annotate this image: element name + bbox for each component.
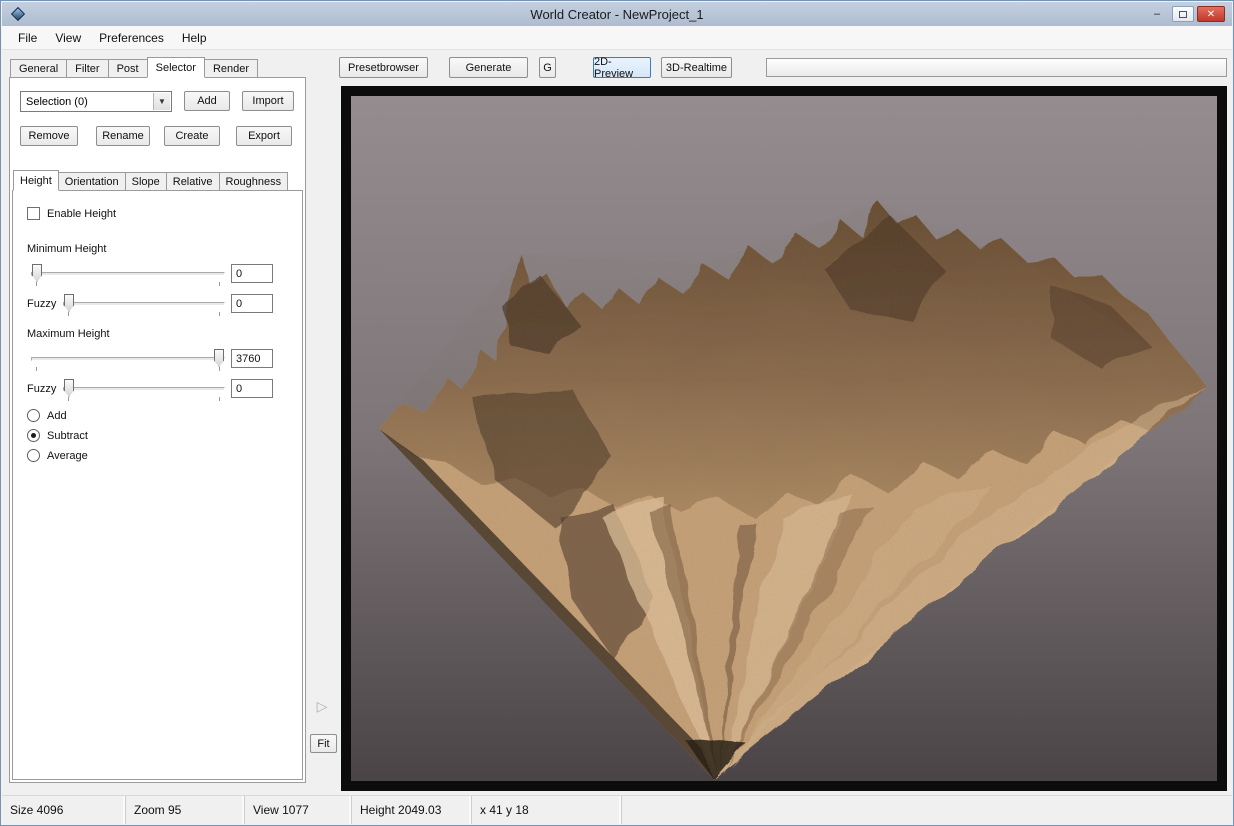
import-button[interactable]: Import <box>242 91 294 111</box>
selection-dropdown[interactable]: Selection (0) ▼ <box>20 91 172 112</box>
generate-button[interactable]: Generate <box>449 57 528 78</box>
menu-item-help[interactable]: Help <box>173 28 216 48</box>
chevron-down-icon: ▼ <box>153 93 170 110</box>
status-filler <box>622 796 1232 824</box>
rename-button[interactable]: Rename <box>96 126 150 146</box>
fuzzy-min-input[interactable] <box>231 294 273 313</box>
enable-height-row[interactable]: Enable Height <box>27 207 116 220</box>
tab-general[interactable]: General <box>10 59 67 78</box>
menu-item-file[interactable]: File <box>9 28 46 48</box>
menu-item-preferences[interactable]: Preferences <box>90 28 173 48</box>
fuzzy-max-slider[interactable] <box>63 378 225 400</box>
tab-selector[interactable]: Selector <box>147 57 205 78</box>
maximum-height-input[interactable] <box>231 349 273 368</box>
menu-item-view[interactable]: View <box>46 28 90 48</box>
status-height: Height 2049.03 <box>352 796 472 824</box>
status-bar: Size 4096 Zoom 95 View 1077 Height 2049.… <box>2 795 1232 824</box>
minimum-height-slider[interactable] <box>31 263 225 285</box>
preview-2d-button[interactable]: 2D-Preview <box>593 57 651 78</box>
menu-bar: File View Preferences Help <box>2 26 1232 50</box>
progress-bar <box>766 58 1227 77</box>
subtab-height[interactable]: Height <box>13 170 59 191</box>
status-size: Size 4096 <box>2 796 126 824</box>
maximize-button[interactable] <box>1172 6 1194 22</box>
terrain-render[interactable] <box>351 96 1217 781</box>
tab-post[interactable]: Post <box>108 59 148 78</box>
mode-radio-subtract[interactable]: Subtract <box>27 429 88 442</box>
title-bar[interactable]: World Creator - NewProject_1 – ✕ <box>2 2 1232 26</box>
status-zoom: Zoom 95 <box>126 796 245 824</box>
enable-height-label: Enable Height <box>47 208 116 220</box>
main-tab-strip: General Filter Post Selector Render <box>10 57 257 78</box>
status-cursor-xy: x 41 y 18 <box>472 796 622 824</box>
slider-thumb[interactable] <box>64 379 74 397</box>
app-window: World Creator - NewProject_1 – ✕ File Vi… <box>0 0 1234 826</box>
fuzzy-max-input[interactable] <box>231 379 273 398</box>
enable-height-checkbox[interactable] <box>27 207 40 220</box>
minimum-height-input[interactable] <box>231 264 273 283</box>
window-title: World Creator - NewProject_1 <box>2 7 1232 22</box>
selector-panel: Selection (0) ▼ Add Import Remove Rename… <box>9 77 306 783</box>
terrain-viewport[interactable] <box>341 86 1227 791</box>
mode-radio-average[interactable]: Average <box>27 449 88 462</box>
subtab-roughness[interactable]: Roughness <box>219 172 289 191</box>
subtab-relative[interactable]: Relative <box>166 172 220 191</box>
selection-dropdown-value: Selection (0) <box>26 96 88 108</box>
minimize-button[interactable]: – <box>1146 6 1168 22</box>
presetbrowser-button[interactable]: Presetbrowser <box>339 57 428 78</box>
tab-filter[interactable]: Filter <box>66 59 108 78</box>
status-view: View 1077 <box>245 796 352 824</box>
slider-thumb[interactable] <box>32 264 42 282</box>
slider-thumb[interactable] <box>214 349 224 367</box>
fuzzy-min-slider[interactable] <box>63 293 225 315</box>
panel-collapse-arrow-icon[interactable] <box>312 697 332 715</box>
radio-icon[interactable] <box>27 409 40 422</box>
close-button[interactable]: ✕ <box>1197 6 1225 22</box>
realtime-3d-button[interactable]: 3D-Realtime <box>661 57 732 78</box>
minimum-height-label: Minimum Height <box>27 243 106 255</box>
radio-average-label: Average <box>47 450 88 462</box>
maximize-icon <box>1179 11 1187 18</box>
maximum-height-slider[interactable] <box>31 348 225 370</box>
subtab-orientation[interactable]: Orientation <box>58 172 126 191</box>
selector-sub-tab-strip: Height Orientation Slope Relative Roughn… <box>13 170 287 191</box>
maximum-height-label: Maximum Height <box>27 328 110 340</box>
height-page-group: Enable Height Minimum Height Fuzzy Maxim… <box>12 190 303 780</box>
fuzzy-min-label: Fuzzy <box>27 298 56 310</box>
radio-subtract-label: Subtract <box>47 430 88 442</box>
export-button[interactable]: Export <box>236 126 292 146</box>
radio-icon[interactable] <box>27 429 40 442</box>
mode-radio-add[interactable]: Add <box>27 409 67 422</box>
remove-button[interactable]: Remove <box>20 126 78 146</box>
radio-add-label: Add <box>47 410 67 422</box>
radio-icon[interactable] <box>27 449 40 462</box>
add-button[interactable]: Add <box>184 91 230 111</box>
create-button[interactable]: Create <box>164 126 220 146</box>
g-button[interactable]: G <box>539 57 556 78</box>
fit-button[interactable]: Fit <box>310 734 337 753</box>
fuzzy-max-label: Fuzzy <box>27 383 56 395</box>
subtab-slope[interactable]: Slope <box>125 172 167 191</box>
slider-thumb[interactable] <box>64 294 74 312</box>
tab-render[interactable]: Render <box>204 59 258 78</box>
